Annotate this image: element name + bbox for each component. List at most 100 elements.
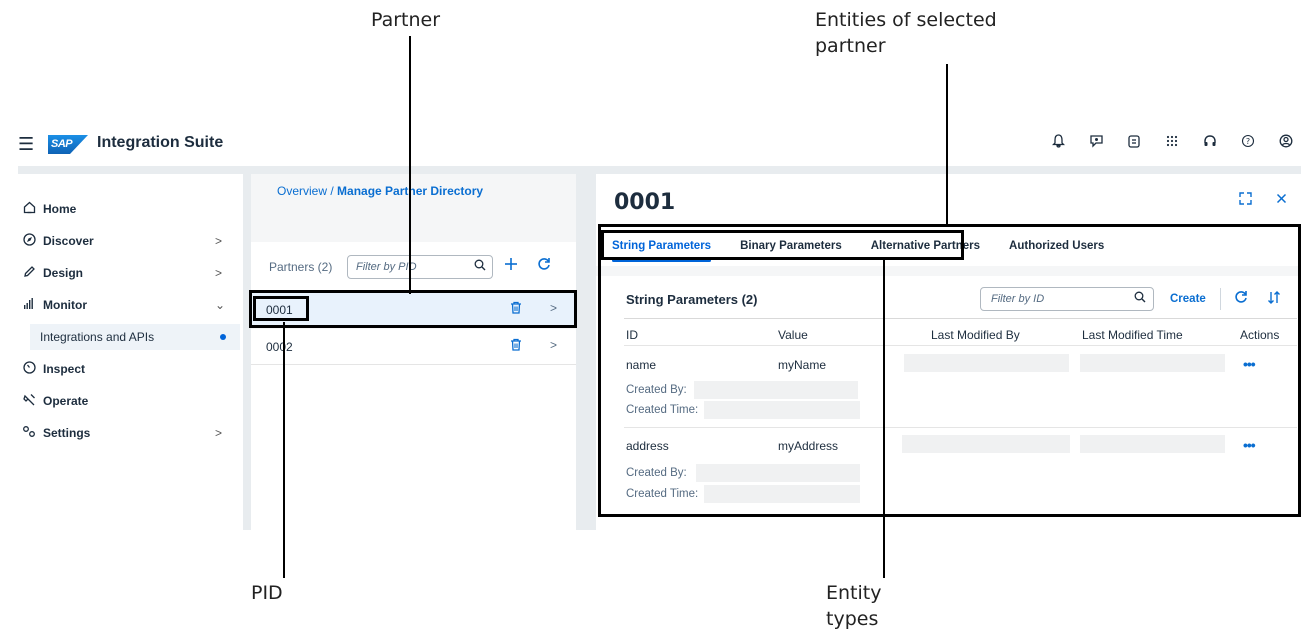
tab-alternative-partners[interactable]: Alternative Partners [871, 232, 980, 266]
annotation-entity-types-line1: Entity [826, 582, 882, 604]
nav-item-settings[interactable]: Settings > [18, 421, 243, 445]
user-icon[interactable] [1279, 134, 1293, 151]
row-divider [624, 427, 1297, 428]
breadcrumb: Overview / Manage Partner Directory [277, 184, 483, 198]
created-time-label: Created Time: [626, 404, 699, 416]
redacted-created-time [704, 485, 860, 503]
bell-icon[interactable] [1051, 134, 1065, 151]
param-value: myName [778, 358, 827, 372]
hamburger-icon[interactable]: ☰ [18, 134, 34, 155]
nav-item-label: Design [43, 266, 84, 280]
nav-item-label: Settings [43, 426, 91, 440]
detail-title: 0001 [614, 190, 676, 215]
breadcrumb-separator: / [327, 184, 338, 198]
grid-icon[interactable] [1165, 134, 1179, 151]
header-divider [624, 345, 1297, 346]
add-icon[interactable] [504, 256, 518, 276]
tab-authorized-users[interactable]: Authorized Users [1009, 232, 1104, 266]
nav-subitem-label: Integrations and APIs [40, 330, 155, 344]
tab-binary-parameters[interactable]: Binary Parameters [740, 232, 842, 266]
app-title: Integration Suite [97, 134, 224, 151]
annotation-entities-line2: partner [815, 35, 886, 57]
redacted-last-modified-by [902, 435, 1070, 453]
search-icon[interactable] [474, 259, 486, 274]
feedback-icon[interactable] [1089, 134, 1103, 151]
param-id: name [626, 358, 657, 372]
delete-icon[interactable] [510, 301, 522, 317]
annotation-entities-line1: Entities of selected [815, 9, 997, 31]
partners-list-empty-area [251, 365, 576, 530]
partner-row[interactable]: 0002 > [251, 329, 576, 365]
nav-item-monitor[interactable]: Monitor ⌄ [18, 293, 243, 317]
nav-item-label: Operate [43, 394, 89, 408]
column-header-value[interactable]: Value [778, 328, 808, 342]
nav-item-inspect[interactable]: Inspect [18, 357, 243, 381]
headset-icon[interactable] [1203, 134, 1217, 151]
copilot-icon[interactable] [1127, 134, 1141, 151]
redacted-created-time [704, 401, 860, 419]
chevron-right-icon[interactable]: > [550, 301, 557, 315]
column-header-last-modified-time[interactable]: Last Modified Time [1082, 328, 1183, 342]
redacted-last-modified-by [904, 354, 1069, 372]
chevron-right-icon: > [215, 234, 223, 248]
search-icon[interactable] [1134, 291, 1146, 306]
create-button[interactable]: Create [1170, 293, 1206, 305]
created-by-label: Created By: [626, 384, 687, 396]
pencil-icon [21, 265, 37, 281]
more-actions-icon[interactable]: ••• [1243, 437, 1256, 453]
shell-bar: ☰ SAP Integration Suite ? [18, 122, 1301, 166]
partner-detail-panel: 0001 String Parameters Binary Parameters… [596, 174, 1301, 530]
chevron-right-icon[interactable]: > [550, 338, 557, 352]
column-gutter [576, 174, 596, 530]
nav-item-label: Discover [43, 234, 94, 248]
close-icon[interactable] [1276, 192, 1287, 208]
card-divider [624, 318, 1297, 319]
more-actions-icon[interactable]: ••• [1243, 356, 1256, 372]
help-icon[interactable]: ? [1241, 134, 1255, 151]
svg-text:?: ? [1246, 137, 1250, 146]
nav-item-label: Monitor [43, 298, 87, 312]
fullscreen-icon[interactable] [1239, 192, 1252, 208]
filter-placeholder: Filter by PID [356, 261, 417, 273]
created-by-label: Created By: [626, 467, 687, 479]
nav-item-discover[interactable]: Discover > [18, 229, 243, 253]
delete-icon[interactable] [510, 338, 522, 354]
sap-logo: SAP [48, 135, 88, 154]
nav-item-home[interactable]: Home [18, 197, 243, 221]
partners-count-label: Partners (2) [269, 260, 333, 274]
column-header-actions: Actions [1240, 328, 1280, 342]
callout-line-entity-types [883, 258, 885, 578]
toolbar-separator [1220, 288, 1221, 310]
nav-item-label: Inspect [43, 362, 86, 376]
partner-row[interactable]: 0001 > [251, 292, 576, 328]
nav-item-operate[interactable]: Operate [18, 389, 243, 413]
partners-column: Overview / Manage Partner Directory Part… [251, 174, 576, 530]
callout-line-pid [283, 322, 285, 578]
refresh-icon[interactable] [537, 256, 551, 276]
filter-by-id-input[interactable]: Filter by ID [980, 287, 1154, 311]
gauge-icon [21, 361, 37, 377]
bar-chart-icon [21, 297, 37, 313]
wrench-icon [21, 393, 37, 409]
redacted-last-modified-time [1080, 354, 1225, 372]
app-window: ☰ SAP Integration Suite ? Home Discover … [18, 122, 1301, 530]
sort-icon[interactable] [1267, 291, 1281, 307]
shell-divider [18, 166, 1301, 174]
tab-string-parameters[interactable]: String Parameters [612, 232, 712, 266]
refresh-icon[interactable] [1234, 290, 1248, 309]
nav-item-label: Home [43, 202, 77, 216]
annotation-entity-types-line2: types [826, 608, 879, 630]
nav-item-design[interactable]: Design > [18, 261, 243, 285]
gears-icon [21, 425, 37, 441]
column-header-last-modified-by[interactable]: Last Modified By [931, 328, 1020, 342]
selected-indicator-dot [220, 334, 226, 340]
chevron-down-icon: ⌄ [215, 298, 226, 312]
callout-line-partner [409, 36, 411, 294]
breadcrumb-overview-link[interactable]: Overview [277, 184, 327, 198]
filter-by-pid-input[interactable]: Filter by PID [347, 255, 493, 279]
entity-type-tabs: String Parameters Binary Parameters Alte… [612, 232, 1133, 266]
card-title: String Parameters (2) [626, 292, 758, 307]
nav-subitem-integrations-apis[interactable]: Integrations and APIs [30, 324, 240, 350]
created-time-label: Created Time: [626, 488, 699, 500]
column-header-id[interactable]: ID [626, 328, 638, 342]
